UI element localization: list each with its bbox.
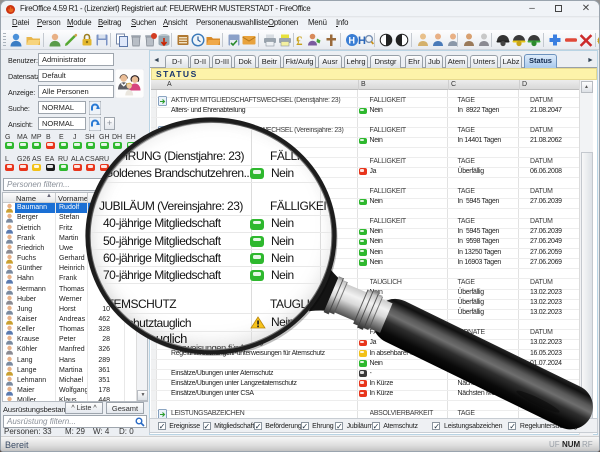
svg-text:H: H (349, 36, 356, 46)
svg-text:£: £ (296, 33, 303, 48)
svg-text:H: H (358, 35, 366, 47)
